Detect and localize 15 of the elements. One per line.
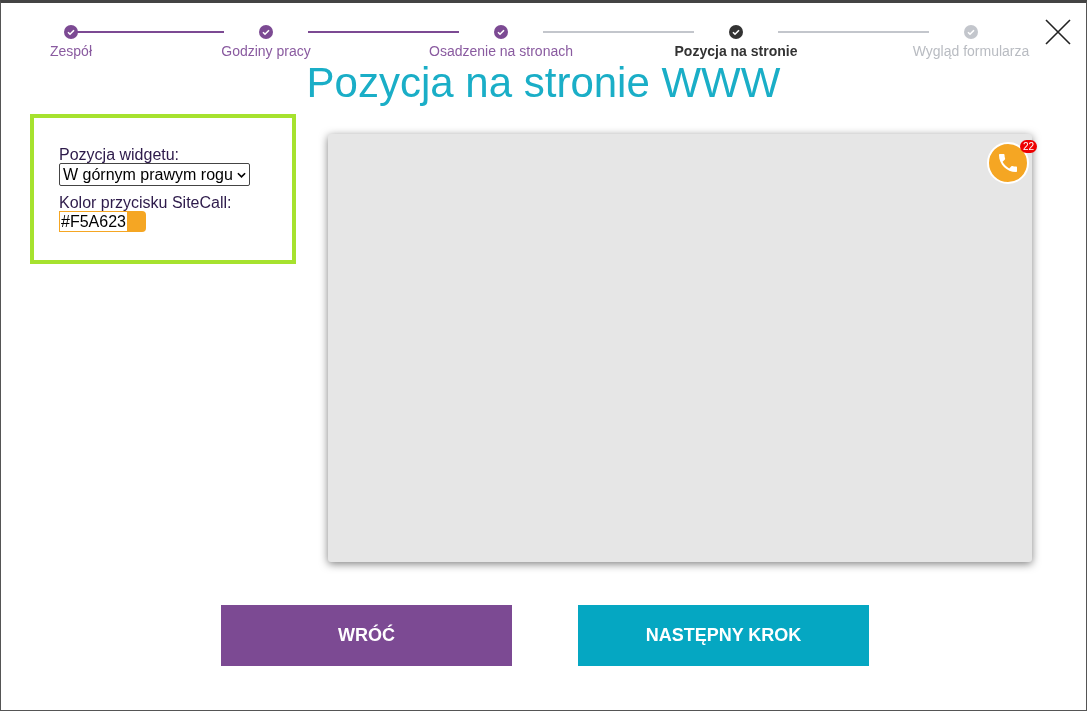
position-select[interactable]: W górnym prawym rogu [59,163,250,186]
step-label[interactable]: Pozycja na stronie [674,43,798,59]
close-icon[interactable] [1045,19,1071,45]
chevron-down-icon [236,171,246,178]
back-button[interactable]: WRÓĆ [221,605,512,666]
notification-badge: 22 [1019,140,1037,153]
color-input[interactable]: #F5A623 [59,211,128,232]
phone-icon [996,151,1020,175]
field-label: Kolor przycisku SiteCall: [59,194,232,211]
page-title: Pozycja na stronie WWW [305,61,782,105]
step-label[interactable]: Zespół [50,43,92,59]
next-button[interactable]: NASTĘPNY KROK [578,605,869,666]
step-label[interactable]: Godziny pracy [221,43,311,59]
field-label: Pozycja widgetu: [59,146,180,163]
step-label[interactable]: Osadzenie na stronach [429,43,573,59]
